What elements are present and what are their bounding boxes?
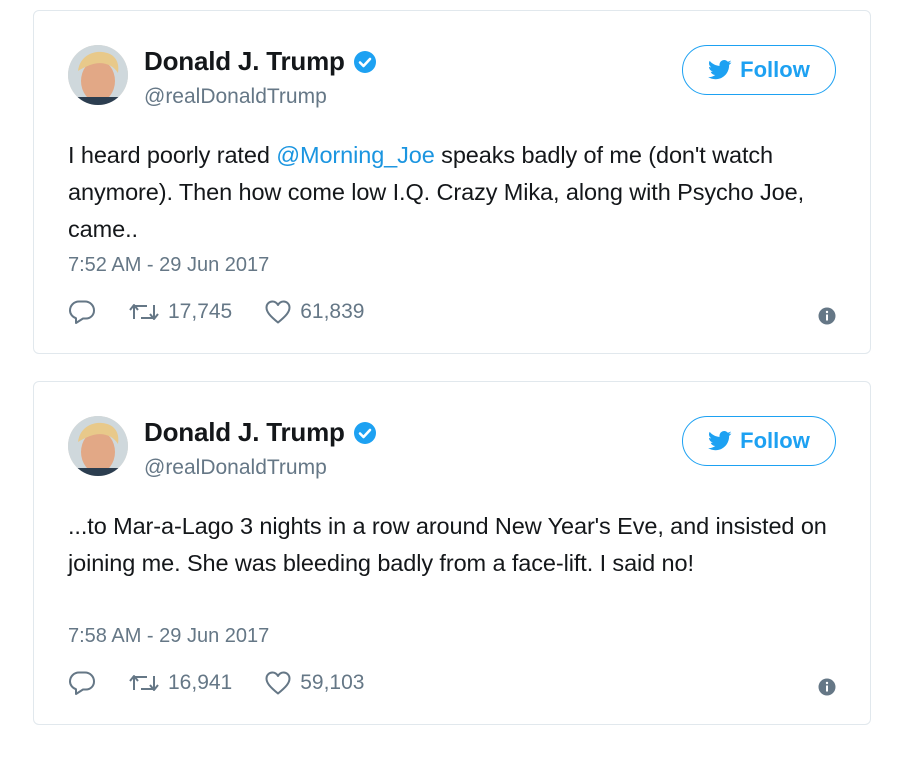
follow-button[interactable]: Follow bbox=[682, 45, 836, 95]
follow-button[interactable]: Follow bbox=[682, 416, 836, 466]
retweet-icon bbox=[128, 300, 160, 324]
twitter-bird-icon bbox=[708, 60, 732, 80]
info-icon[interactable] bbox=[818, 678, 836, 696]
author-name-row: Donald J. Trump bbox=[144, 46, 377, 77]
verified-badge-icon bbox=[353, 50, 377, 74]
follow-button-label: Follow bbox=[740, 428, 810, 453]
heart-icon bbox=[264, 299, 292, 325]
author-display-name[interactable]: Donald J. Trump bbox=[144, 417, 345, 448]
like-button[interactable]: 61,839 bbox=[264, 299, 364, 325]
author-name-row: Donald J. Trump bbox=[144, 417, 377, 448]
avatar-image bbox=[68, 416, 128, 476]
verified-badge-icon bbox=[353, 421, 377, 445]
author-handle[interactable]: @realDonaldTrump bbox=[144, 456, 327, 480]
reply-icon bbox=[68, 670, 96, 696]
tweet-text: ...to Mar-a-Lago 3 nights in a row aroun… bbox=[68, 513, 827, 576]
tweet-actions: 16,941 59,103 bbox=[68, 670, 364, 696]
avatar-image bbox=[68, 45, 128, 105]
like-button[interactable]: 59,103 bbox=[264, 670, 364, 696]
tweet-actions: 17,745 61,839 bbox=[68, 299, 364, 325]
retweet-button[interactable]: 16,941 bbox=[128, 671, 232, 695]
tweet-timestamp[interactable]: 7:58 AM - 29 Jun 2017 bbox=[68, 625, 269, 648]
twitter-bird-icon bbox=[708, 431, 732, 451]
like-count: 59,103 bbox=[300, 671, 365, 694]
mention-link[interactable]: @Morning_Joe bbox=[276, 142, 435, 168]
info-icon[interactable] bbox=[818, 307, 836, 325]
retweet-icon bbox=[128, 671, 160, 695]
follow-button-label: Follow bbox=[740, 57, 810, 82]
tweet-text: I heard poorly rated @Morning_Joe speaks… bbox=[68, 137, 838, 248]
reply-button[interactable] bbox=[68, 299, 96, 325]
tweet-card: Donald J. Trump @realDonaldTrump Follow … bbox=[33, 10, 871, 354]
heart-icon bbox=[264, 670, 292, 696]
retweet-count: 17,745 bbox=[168, 300, 233, 323]
avatar[interactable] bbox=[68, 416, 128, 476]
reply-button[interactable] bbox=[68, 670, 96, 696]
retweet-button[interactable]: 17,745 bbox=[128, 300, 232, 324]
tweet-text-before: I heard poorly rated bbox=[68, 142, 277, 168]
reply-icon bbox=[68, 299, 96, 325]
avatar[interactable] bbox=[68, 45, 128, 105]
like-count: 61,839 bbox=[300, 300, 365, 323]
tweet-card: Donald J. Trump @realDonaldTrump Follow … bbox=[33, 381, 871, 725]
author-display-name[interactable]: Donald J. Trump bbox=[144, 46, 345, 77]
retweet-count: 16,941 bbox=[168, 671, 233, 694]
tweet-timestamp[interactable]: 7:52 AM - 29 Jun 2017 bbox=[68, 254, 269, 277]
author-handle[interactable]: @realDonaldTrump bbox=[144, 85, 327, 109]
